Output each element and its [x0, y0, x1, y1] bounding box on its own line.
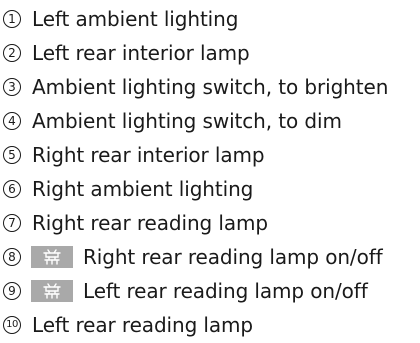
item-label: Left rear interior lamp	[32, 41, 250, 65]
item-number: 2	[3, 44, 21, 62]
list-item: 5 Right rear interior lamp	[0, 138, 265, 172]
item-label: Left rear reading lamp	[32, 313, 254, 337]
item-label: Ambient lighting switch, to brighten	[32, 75, 389, 99]
list-item: 4 Ambient lighting switch, to dim	[0, 104, 342, 138]
item-number: 6	[3, 180, 21, 198]
item-number: 10	[3, 316, 21, 334]
list-item: 9 Left rear reading lamp on/off	[0, 274, 368, 308]
item-number: 5	[3, 146, 21, 164]
reading-lamp-icon	[43, 283, 61, 299]
item-number: 3	[3, 78, 21, 96]
item-label: Ambient lighting switch, to dim	[32, 109, 342, 133]
legend-list: 1 Left ambient lighting 2 Left rear inte…	[0, 0, 420, 343]
reading-lamp-icon	[43, 249, 61, 265]
item-number: 9	[3, 282, 21, 300]
list-item: 3 Ambient lighting switch, to brighten	[0, 70, 388, 104]
reading-lamp-button-graphic	[31, 246, 73, 268]
reading-lamp-button-graphic	[31, 280, 73, 302]
item-label: Left ambient lighting	[32, 7, 239, 31]
list-item: 10 Left rear reading lamp	[0, 308, 253, 342]
item-number: 8	[3, 248, 21, 266]
item-number: 1	[3, 10, 21, 28]
item-label: Right rear interior lamp	[32, 143, 265, 167]
item-label: Right ambient lighting	[32, 177, 254, 201]
item-number: 7	[3, 214, 21, 232]
list-item: 6 Right ambient lighting	[0, 172, 253, 206]
list-item: 8 Right rear reading lamp on/off	[0, 240, 383, 274]
item-label: Left rear reading lamp on/off	[83, 279, 368, 303]
item-label: Right rear reading lamp on/off	[83, 245, 383, 269]
list-item: 7 Right rear reading lamp	[0, 206, 268, 240]
item-label: Right rear reading lamp	[32, 211, 268, 235]
list-item: 2 Left rear interior lamp	[0, 36, 250, 70]
item-number: 4	[3, 112, 21, 130]
list-item: 1 Left ambient lighting	[0, 2, 238, 36]
